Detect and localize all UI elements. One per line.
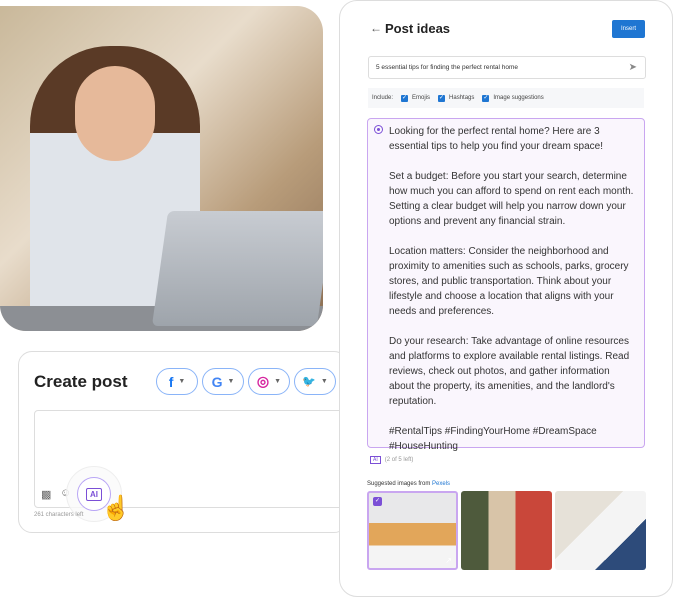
chevron-down-icon: ▼ [227,378,235,385]
channel-google-dropdown[interactable]: G ▼ [202,368,244,395]
result-hashtags: #RentalTips #FindingYourHome #DreamSpace… [389,426,597,452]
google-icon: G [211,373,223,390]
option-label: Image suggestions [493,95,544,101]
generated-post-option[interactable]: Looking for the perfect rental home? Her… [367,118,645,452]
remaining-count: (2 of 5 left) [384,457,414,463]
pointer-hand-icon: ☝ [101,495,131,522]
suggested-image-3[interactable] [555,491,646,570]
checkbox-checked-icon: ✓ [401,94,409,102]
generations-remaining: AI (2 of 5 left) [370,456,413,464]
suggested-image-2[interactable] [461,491,552,570]
channel-instagram-dropdown[interactable]: ◎ ▼ [248,368,290,395]
option-label: Hashtags [449,95,475,101]
checkbox-checked-icon: ✓ [482,94,490,102]
channel-twitter-dropdown[interactable]: 🐦 ▼ [294,368,336,395]
facebook-icon: f [168,373,174,390]
panel-title: Post ideas [385,21,451,36]
checkbox-hashtags[interactable]: ✓ Hashtags [438,94,475,102]
prompt-input[interactable]: 5 essential tips for finding the perfect… [368,56,646,79]
checkbox-emojis[interactable]: ✓ Emojis [401,94,431,102]
option-label: Emojis [412,95,431,101]
checkbox-image-suggestions[interactable]: ✓ Image suggestions [482,94,544,102]
ai-label: AI [86,487,102,501]
result-paragraph: Location matters: Consider the neighborh… [389,246,629,317]
checkbox-checked-icon: ✓ [438,94,446,102]
result-paragraph: Set a budget: Before you start your sear… [389,171,634,227]
create-post-title: Create post [34,372,128,391]
twitter-icon: 🐦 [302,376,316,388]
arrow-left-icon[interactable]: ← [370,21,382,35]
insert-button[interactable]: Insert [612,20,645,38]
ai-icon[interactable]: AI [370,456,381,464]
chevron-down-icon: ▼ [274,378,282,385]
result-paragraph: Do your research: Take advantage of onli… [389,336,630,407]
hero-photo-woman-laptop [0,6,323,331]
suggested-prefix: Suggested images from [367,481,431,487]
radio-selected-icon[interactable] [374,125,383,134]
result-paragraph: Looking for the perfect rental home? Her… [389,126,604,152]
channel-facebook-dropdown[interactable]: f ▼ [156,368,198,395]
instagram-icon: ◎ [256,373,270,389]
suggested-images: ✓ ↗ [367,491,646,570]
create-post-card: Create post f▼ G▼ ◎▼ 🐦▼ ▩ ☺ AI ☝ 261 cha… [18,351,354,533]
suggested-image-1-selected[interactable]: ✓ ↗ [367,491,458,570]
characters-left: 261 characters left [34,512,84,518]
check-icon[interactable]: ✓ [373,497,382,506]
external-link-icon[interactable]: ↗ [445,556,452,565]
face-shape [75,66,155,161]
include-options: Include: ✓ Emojis ✓ Hashtags ✓ Image sugges… [368,88,644,108]
post-ideas-panel: ← Post ideas Insert 5 essential tips for… [339,0,673,597]
send-icon[interactable]: ➤ [629,62,637,73]
include-label: Include: [372,95,394,101]
prompt-value: 5 essential tips for finding the perfect… [376,64,518,71]
suggested-images-label: Suggested images from Pexels [367,481,450,487]
pexels-link[interactable]: Pexels [432,481,450,487]
laptop-shape [151,211,323,326]
chevron-down-icon: ▼ [178,378,186,385]
image-icon[interactable]: ▩ [41,488,51,501]
chevron-down-icon: ▼ [320,378,328,385]
